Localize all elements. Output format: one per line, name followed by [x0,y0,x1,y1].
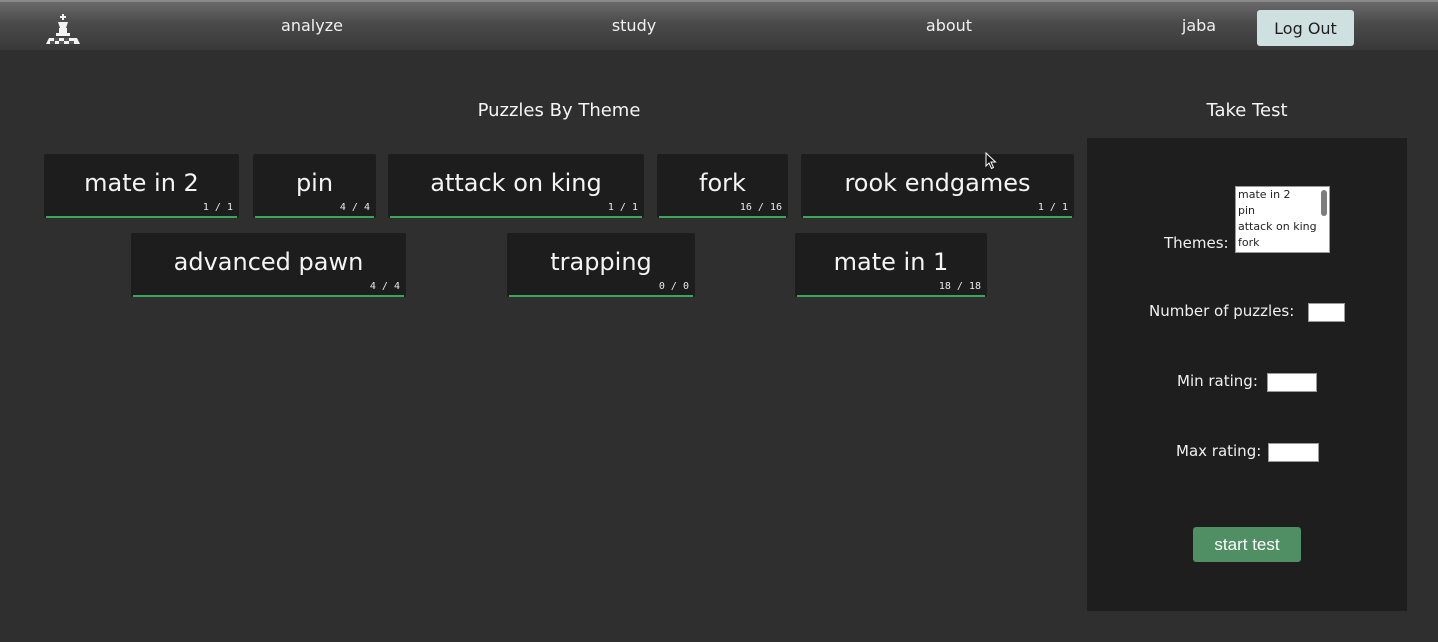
theme-tile-count: 18 / 18 [938,281,981,292]
theme-tile-label: trapping [550,248,652,276]
theme-option[interactable]: fork [1236,235,1329,251]
theme-option[interactable]: pin [1236,203,1329,219]
themes-label: Themes: [1164,234,1229,252]
theme-tile-count: 1 / 1 [607,202,638,213]
theme-progress-bar [659,216,786,218]
themes-scrollbar[interactable] [1321,190,1327,216]
theme-tile-label: attack on king [430,169,602,197]
theme-tile-count: 4 / 4 [339,202,370,213]
start-test-button[interactable]: start test [1193,527,1301,562]
theme-progress-bar [803,216,1072,218]
theme-tile-count: 1 / 1 [1037,202,1068,213]
theme-tile-label: mate in 1 [833,248,949,276]
theme-option[interactable]: attack on king [1236,219,1329,235]
theme-option[interactable]: mate in 2 [1236,187,1329,203]
theme-tile-count: 1 / 1 [202,202,233,213]
nav-about-link[interactable]: about [926,16,972,35]
theme-tile-pin[interactable]: pin 4 / 4 [253,154,376,218]
theme-tile-rook-endgames[interactable]: rook endgames 1 / 1 [801,154,1074,218]
nav-username-link[interactable]: jaba [1182,16,1216,35]
theme-tile-attack-on-king[interactable]: attack on king 1 / 1 [388,154,644,218]
theme-tile-label: rook endgames [844,169,1031,197]
theme-tile-mate-in-2[interactable]: mate in 2 1 / 1 [44,154,239,218]
number-of-puzzles-label: Number of puzzles: [1149,302,1295,320]
nav-study-link[interactable]: study [612,16,656,35]
themes-multiselect[interactable]: mate in 2 pin attack on king fork [1235,186,1330,253]
theme-tile-trapping[interactable]: trapping 0 / 0 [507,233,695,297]
top-navbar: analyze study about jaba Log Out [0,0,1438,50]
theme-tile-count: 4 / 4 [369,281,400,292]
theme-progress-bar [509,295,693,297]
theme-progress-bar [255,216,374,218]
theme-tile-mate-in-1[interactable]: mate in 1 18 / 18 [795,233,987,297]
theme-tile-label: mate in 2 [84,169,199,197]
min-rating-label: Min rating: [1177,372,1258,390]
max-rating-label: Max rating: [1176,442,1262,460]
theme-tile-count: 0 / 0 [658,281,689,292]
max-rating-input[interactable] [1268,443,1319,462]
theme-progress-bar [133,295,404,297]
chess-logo-icon[interactable] [46,14,80,44]
theme-progress-bar [797,295,985,297]
puzzles-by-theme-title: Puzzles By Theme [477,100,641,121]
theme-tile-label: pin [295,169,334,197]
logout-button[interactable]: Log Out [1257,10,1354,46]
theme-progress-bar [46,216,237,218]
take-test-title: Take Test [1206,100,1288,121]
number-of-puzzles-input[interactable] [1308,303,1345,322]
theme-tile-label: fork [699,169,746,197]
theme-progress-bar [390,216,642,218]
nav-analyze-link[interactable]: analyze [281,16,343,35]
theme-tile-fork[interactable]: fork 16 / 16 [657,154,788,218]
min-rating-input[interactable] [1267,373,1317,392]
mouse-pointer-icon [985,152,997,170]
theme-tile-advanced-pawn[interactable]: advanced pawn 4 / 4 [131,233,406,297]
theme-tile-label: advanced pawn [173,248,364,276]
theme-tile-count: 16 / 16 [739,202,782,213]
